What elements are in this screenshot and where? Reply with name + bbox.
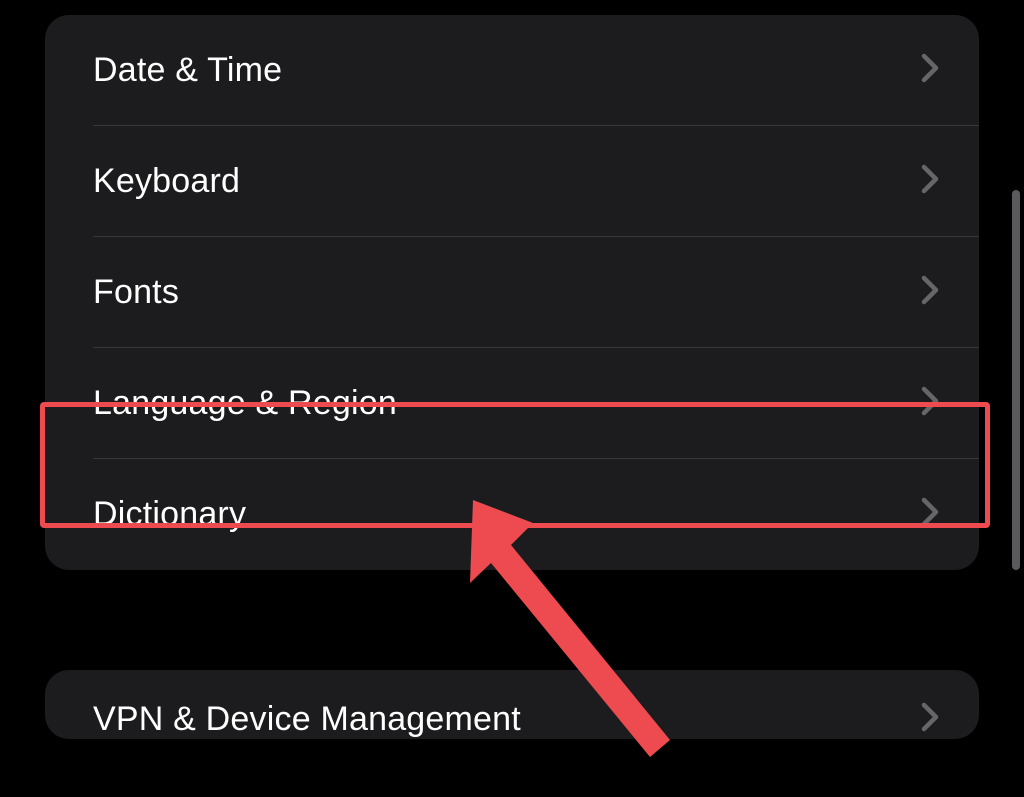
chevron-right-icon [921, 702, 939, 737]
settings-item-label: VPN & Device Management [93, 700, 521, 739]
chevron-right-icon [921, 386, 939, 421]
settings-item-vpn-device[interactable]: VPN & Device Management [45, 670, 979, 739]
settings-item-label: Date & Time [93, 51, 282, 90]
settings-item-dictionary[interactable]: Dictionary [45, 459, 979, 570]
settings-group-management: VPN & Device Management [45, 670, 979, 739]
chevron-right-icon [921, 275, 939, 310]
settings-item-label: Keyboard [93, 162, 240, 201]
settings-item-label: Language & Region [93, 384, 397, 423]
settings-item-language-region[interactable]: Language & Region [45, 348, 979, 459]
settings-item-label: Fonts [93, 273, 179, 312]
chevron-right-icon [921, 497, 939, 532]
settings-group-general: Date & Time Keyboard Fonts Language & Re… [45, 15, 979, 570]
settings-item-date-time[interactable]: Date & Time [45, 15, 979, 126]
settings-item-label: Dictionary [93, 495, 246, 534]
settings-item-fonts[interactable]: Fonts [45, 237, 979, 348]
chevron-right-icon [921, 53, 939, 88]
chevron-right-icon [921, 164, 939, 199]
scrollbar-thumb[interactable] [1012, 190, 1020, 570]
settings-item-keyboard[interactable]: Keyboard [45, 126, 979, 237]
